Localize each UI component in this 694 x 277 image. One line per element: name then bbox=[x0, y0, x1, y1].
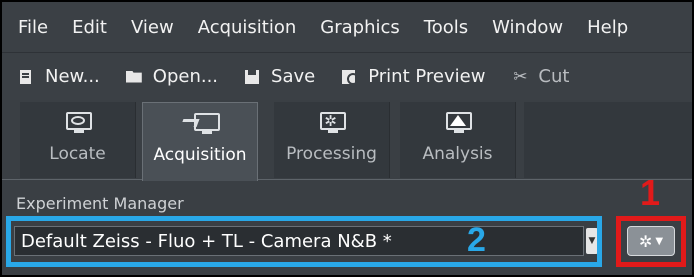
tab-processing[interactable]: ✲ Processing bbox=[274, 102, 390, 178]
print-preview-button[interactable]: Print Preview bbox=[341, 66, 485, 87]
new-button-label: New... bbox=[45, 66, 100, 87]
open-button-label: Open... bbox=[152, 66, 219, 87]
print-preview-icon bbox=[341, 69, 360, 85]
open-button[interactable]: Open... bbox=[126, 66, 218, 87]
toolbar: New... Open... Save Print Preview ✂ Cut bbox=[2, 52, 692, 100]
cut-button[interactable]: ✂ Cut bbox=[511, 66, 569, 87]
save-disk-icon bbox=[244, 69, 262, 85]
menu-bar: File Edit View Acquisition Graphics Tool… bbox=[2, 2, 692, 52]
annotation-box-blue bbox=[6, 216, 602, 267]
menu-window[interactable]: Window bbox=[492, 17, 563, 38]
tab-analysis-label: Analysis bbox=[422, 144, 493, 164]
print-preview-label: Print Preview bbox=[368, 66, 486, 87]
tab-acquisition-label: Acquisition bbox=[153, 145, 247, 165]
save-button[interactable]: Save bbox=[244, 66, 315, 87]
analysis-icon bbox=[440, 110, 476, 136]
new-document-icon bbox=[18, 69, 36, 85]
workspace-tabs: Locate Acquisition ✲ Processing Analysis bbox=[2, 100, 692, 181]
menu-tools[interactable]: Tools bbox=[424, 17, 468, 38]
tab-locate[interactable]: Locate bbox=[20, 102, 136, 178]
menu-acquisition[interactable]: Acquisition bbox=[198, 17, 297, 38]
tab-processing-label: Processing bbox=[286, 144, 377, 164]
annotation-number-2: 2 bbox=[467, 221, 486, 259]
locate-icon bbox=[60, 110, 96, 136]
menu-edit[interactable]: Edit bbox=[72, 17, 107, 38]
folder-open-icon bbox=[126, 69, 144, 85]
tab-locate-label: Locate bbox=[49, 144, 106, 164]
experiment-manager-label: Experiment Manager bbox=[16, 194, 184, 213]
new-button[interactable]: New... bbox=[18, 66, 100, 87]
tab-analysis[interactable]: Analysis bbox=[400, 102, 516, 178]
annotation-box-red bbox=[616, 216, 686, 267]
cut-button-label: Cut bbox=[538, 66, 570, 87]
tab-bar-empty bbox=[524, 102, 692, 178]
processing-icon: ✲ bbox=[314, 110, 350, 136]
annotation-number-1: 1 bbox=[640, 172, 661, 213]
tab-acquisition[interactable]: Acquisition bbox=[142, 102, 258, 181]
menu-graphics[interactable]: Graphics bbox=[320, 17, 400, 38]
scissors-icon: ✂ bbox=[513, 66, 528, 87]
acquisition-icon bbox=[180, 111, 220, 137]
save-button-label: Save bbox=[271, 66, 316, 87]
menu-file[interactable]: File bbox=[18, 17, 48, 38]
app-window: File Edit View Acquisition Graphics Tool… bbox=[2, 2, 692, 275]
menu-view[interactable]: View bbox=[131, 17, 174, 38]
menu-help[interactable]: Help bbox=[587, 17, 628, 38]
